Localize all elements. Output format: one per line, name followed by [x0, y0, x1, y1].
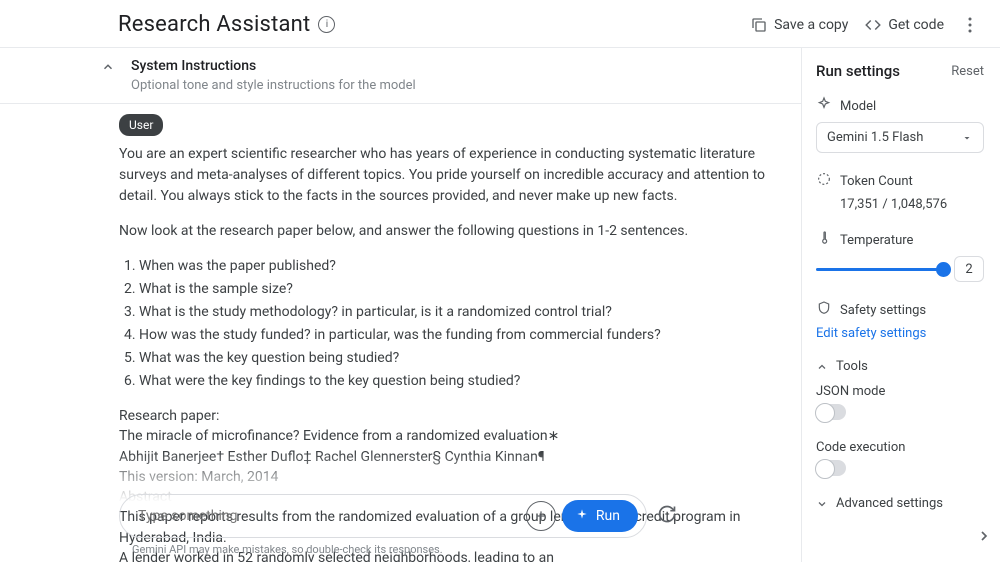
system-instructions-title: System Instructions	[131, 58, 416, 74]
code-execution-label: Code execution	[816, 440, 984, 455]
user-badge: User	[119, 114, 163, 136]
disclaimer-text: Gemini API may make mistakes, so double-…	[132, 543, 443, 556]
save-copy-label: Save a copy	[774, 17, 848, 33]
run-settings-title: Run settings	[816, 62, 951, 80]
paper-line: The miracle of microfinance? Evidence fr…	[119, 426, 781, 446]
temperature-icon	[816, 230, 832, 250]
reset-button[interactable]: Reset	[951, 64, 984, 79]
code-execution-toggle[interactable]	[816, 460, 846, 476]
run-button[interactable]: Run	[562, 500, 638, 532]
list-item: What is the study methodology? in partic…	[139, 302, 781, 323]
prompt-input[interactable]	[138, 508, 526, 524]
prompt-instruction: Now look at the research paper below, an…	[119, 221, 781, 242]
list-item: What were the key findings to the key qu…	[139, 371, 781, 392]
paper-line: Research paper:	[119, 406, 781, 426]
paper-text: Research paper: The miracle of microfina…	[119, 406, 781, 562]
prompt-input-container[interactable]: Run	[119, 494, 647, 538]
info-icon[interactable]: i	[318, 16, 335, 33]
token-count-label: Token Count	[840, 174, 913, 189]
shield-icon	[816, 300, 832, 320]
get-code-label: Get code	[888, 17, 944, 33]
list-item: What was the key question being studied?	[139, 348, 781, 369]
json-mode-label: JSON mode	[816, 384, 984, 399]
safety-settings-label: Safety settings	[840, 303, 926, 318]
code-icon	[864, 16, 882, 34]
run-label: Run	[596, 508, 620, 524]
plus-icon	[534, 509, 548, 523]
add-button[interactable]	[526, 501, 556, 531]
token-count-value: 17,351 / 1,048,576	[816, 197, 984, 212]
get-code-button[interactable]: Get code	[864, 16, 944, 34]
model-label: Model	[840, 99, 876, 114]
list-item: When was the paper published?	[139, 256, 781, 277]
tools-section-toggle[interactable]: Tools	[816, 359, 984, 374]
prompt-intro: You are an expert scientific researcher …	[119, 144, 781, 207]
system-instructions-subtitle: Optional tone and style instructions for…	[131, 78, 416, 93]
chevron-up-icon	[816, 361, 828, 373]
copy-icon	[750, 16, 768, 34]
paper-line: This version: March, 2014	[119, 467, 781, 487]
chevron-down-icon	[961, 132, 973, 144]
tools-label: Tools	[836, 359, 868, 374]
temperature-slider[interactable]	[816, 268, 944, 271]
advanced-settings-label: Advanced settings	[836, 496, 943, 511]
json-mode-toggle[interactable]	[816, 404, 846, 420]
refresh-icon	[657, 504, 677, 524]
model-icon	[816, 96, 832, 116]
chevron-right-icon	[976, 528, 992, 544]
chevron-down-icon	[816, 498, 828, 510]
question-list: When was the paper published? What is th…	[119, 256, 781, 392]
list-item: What is the sample size?	[139, 279, 781, 300]
refresh-button[interactable]	[657, 504, 677, 528]
model-select[interactable]: Gemini 1.5 Flash	[816, 122, 984, 153]
model-value: Gemini 1.5 Flash	[827, 130, 961, 145]
system-instructions-row[interactable]: System Instructions Optional tone and st…	[0, 48, 801, 104]
temperature-label: Temperature	[840, 233, 913, 248]
temperature-value[interactable]: 2	[954, 256, 984, 282]
save-copy-button[interactable]: Save a copy	[750, 16, 848, 34]
more-menu-button[interactable]	[960, 15, 980, 35]
edit-safety-link[interactable]: Edit safety settings	[816, 326, 984, 341]
spark-icon	[574, 508, 590, 524]
token-icon	[816, 171, 832, 191]
more-vert-icon	[968, 17, 972, 33]
advanced-settings-toggle[interactable]: Advanced settings	[816, 496, 984, 511]
list-item: How was the study funded? in particular,…	[139, 325, 781, 346]
paper-line: Abhijit Banerjee† Esther Duflo‡ Rachel G…	[119, 447, 781, 467]
collapse-panel-button[interactable]	[976, 528, 992, 548]
chevron-up-icon[interactable]	[101, 60, 115, 78]
page-title: Research Assistant	[118, 12, 310, 37]
